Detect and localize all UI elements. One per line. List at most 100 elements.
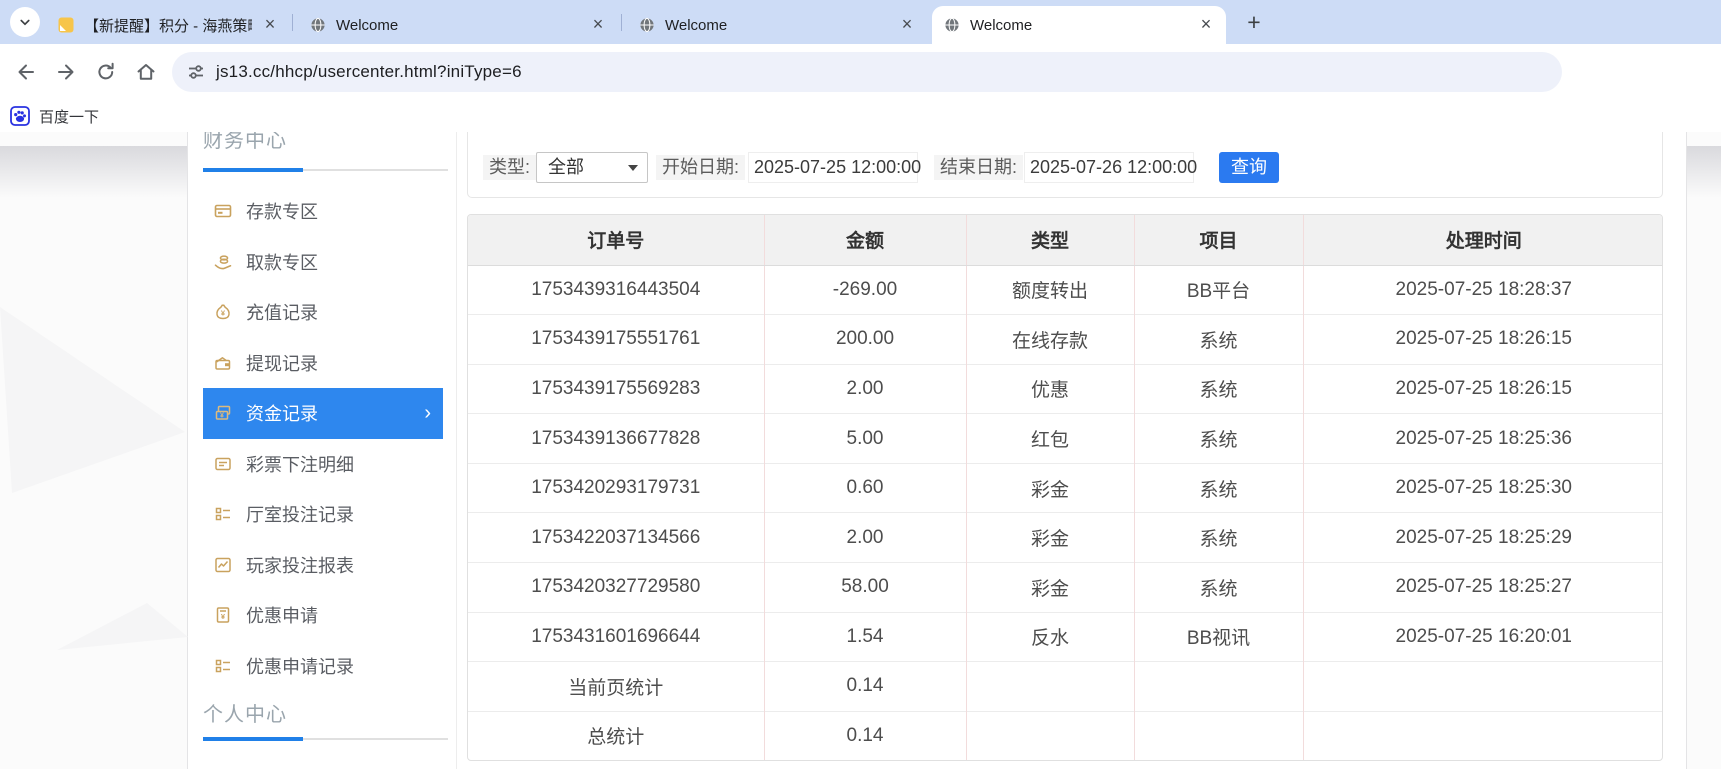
page-content: 财务中心 存款专区 取款专区 ¥ 充值记录 提现记录 ¥ 资金记录 › 彩票下注… (0, 132, 1721, 769)
cell-project: 系统 (1133, 314, 1303, 365)
forward-icon[interactable] (54, 60, 78, 84)
start-date-input[interactable]: 2025-07-25 12:00:00 (748, 152, 921, 183)
cell-type: 优惠 (965, 363, 1134, 414)
tab-search-button[interactable] (10, 7, 40, 37)
tab-title: Welcome (665, 16, 728, 34)
section-title-personal: 个人中心 (203, 704, 287, 726)
list-detail-icon (215, 659, 230, 672)
close-icon[interactable]: × (897, 15, 917, 35)
table-row: 1753439175569283 2.00 优惠 系统 2025-07-25 1… (468, 363, 1662, 414)
funds-records-table: 订单号 金额 类型 项目 处理时间 1753439316443504 -269.… (467, 214, 1663, 761)
tab-welcome-2[interactable]: Welcome × (627, 6, 927, 44)
cell-process-time: 2025-07-25 18:25:30 (1302, 462, 1662, 513)
wallet-icon (215, 356, 231, 370)
table-row-page-total: 当前页统计 0.14 (468, 661, 1662, 712)
new-tab-button[interactable]: + (1240, 9, 1268, 37)
cell-type: 在线存款 (965, 314, 1134, 365)
cell-type: 彩金 (965, 462, 1134, 513)
cell-amount: -269.00 (763, 264, 966, 315)
cell-order-no: 当前页统计 (468, 661, 764, 712)
tab-strip: 【新提醒】积分 - 海燕策略论坛 × Welcome × Welcome (0, 0, 1721, 44)
sidebar-item-withdraw-records[interactable]: 提现记录 (203, 338, 443, 389)
filter-bar: 类型: 全部 开始日期: 2025-07-25 12:00:00 结束日期: 2… (467, 132, 1663, 198)
page-left-margin (0, 132, 188, 769)
funds-icon: ¥ (215, 406, 231, 420)
sidebar-item-withdraw[interactable]: 取款专区 (203, 237, 443, 288)
table-row: 1753420327729580 58.00 彩金 系统 2025-07-25 … (468, 561, 1662, 613)
type-label: 类型: (483, 155, 537, 180)
tab-separator (292, 14, 293, 31)
tab-welcome-1[interactable]: Welcome × (298, 6, 618, 44)
page-right-margin (1686, 132, 1721, 769)
chevron-down-icon (628, 165, 638, 171)
section-underline (303, 169, 448, 171)
section-underline (203, 168, 303, 172)
forum-favicon-icon (58, 17, 74, 33)
globe-icon (640, 17, 654, 33)
table-header-row: 订单号 金额 类型 项目 处理时间 (468, 215, 1662, 266)
sidebar-item-promo-apply-records[interactable]: 优惠申请记录 (203, 641, 443, 692)
bookmark-baidu[interactable]: 百度一下 (10, 100, 99, 132)
cell-process-time: 2025-07-25 18:25:36 (1302, 413, 1662, 464)
cell-project: BB平台 (1133, 264, 1303, 315)
sidebar-item-lottery-bets[interactable]: 彩票下注明细 (203, 439, 443, 490)
sidebar-item-hall-bet-records[interactable]: 厅室投注记录 (203, 489, 443, 540)
sidebar-item-label: 玩家投注报表 (246, 555, 354, 576)
list-detail-icon (215, 508, 230, 521)
cell-process-time: 2025-07-25 18:26:15 (1302, 363, 1662, 414)
type-select[interactable]: 全部 (536, 152, 648, 183)
end-date-input[interactable]: 2025-07-26 12:00:00 (1024, 152, 1197, 183)
baidu-paw-icon (10, 106, 30, 126)
back-icon[interactable] (14, 60, 38, 84)
section-underline (303, 738, 448, 740)
tab-welcome-active[interactable]: Welcome × (932, 6, 1226, 44)
sidebar-item-player-bet-report[interactable]: 玩家投注报表 (203, 540, 443, 591)
sidebar-item-label: 优惠申请 (246, 606, 318, 627)
close-icon[interactable]: × (1196, 15, 1216, 35)
sidebar-item-recharge-records[interactable]: ¥ 充值记录 (203, 287, 443, 338)
cell-order-no: 1753439316443504 (468, 264, 764, 315)
site-settings-icon[interactable] (186, 62, 206, 82)
cell-order-no: 1753420327729580 (468, 561, 764, 613)
cell-type: 红包 (965, 413, 1134, 464)
table-row: 1753431601696644 1.54 反水 BB视讯 2025-07-25… (468, 611, 1662, 662)
cell-amount: 200.00 (763, 314, 966, 365)
cell-order-no: 1753431601696644 (468, 611, 764, 662)
table-row: 1753420293179731 0.60 彩金 系统 2025-07-25 1… (468, 462, 1662, 513)
section-title-finance: 财务中心 (203, 132, 287, 152)
table-row: 1753422037134566 2.00 彩金 系统 2025-07-25 1… (468, 512, 1662, 563)
table-row: 1753439136677828 5.00 红包 系统 2025-07-25 1… (468, 413, 1662, 464)
cell-type: 反水 (965, 611, 1134, 662)
home-icon[interactable] (134, 60, 158, 84)
sidebar-item-deposit[interactable]: 存款专区 (203, 186, 443, 237)
cell-project: 系统 (1133, 512, 1303, 563)
chevron-right-icon: › (424, 402, 431, 425)
sidebar-menu: 存款专区 取款专区 ¥ 充值记录 提现记录 ¥ 资金记录 › 彩票下注明细 厅室… (203, 186, 456, 691)
cell-order-no: 总统计 (468, 710, 764, 760)
sidebar-item-promo-apply[interactable]: ¥ 优惠申请 (203, 590, 443, 641)
cell-process-time (1302, 710, 1662, 760)
column-header-process-time: 处理时间 (1302, 215, 1662, 266)
cell-amount: 58.00 (763, 561, 966, 613)
sidebar-item-label: 彩票下注明细 (246, 454, 354, 475)
cell-order-no: 1753420293179731 (468, 462, 764, 513)
ticket-icon: ¥ (216, 607, 230, 623)
cell-amount: 5.00 (763, 413, 966, 464)
column-header-project: 项目 (1133, 215, 1303, 266)
reload-icon[interactable] (94, 60, 118, 84)
sidebar-item-funds-records[interactable]: ¥ 资金记录 › (203, 388, 443, 439)
query-button[interactable]: 查询 (1219, 152, 1279, 183)
cell-process-time: 2025-07-25 18:25:27 (1302, 561, 1662, 613)
tab-forum[interactable]: 【新提醒】积分 - 海燕策略论坛 × (46, 6, 290, 44)
cell-project: BB视讯 (1133, 611, 1303, 662)
cell-type (965, 661, 1134, 712)
address-bar[interactable]: js13.cc/hhcp/usercenter.html?iniType=6 (172, 52, 1562, 92)
close-icon[interactable]: × (588, 15, 608, 35)
svg-text:¥: ¥ (221, 612, 226, 621)
cell-project: 系统 (1133, 561, 1303, 613)
close-icon[interactable]: × (260, 15, 280, 35)
start-date-label: 开始日期: (656, 155, 746, 180)
cell-project: 系统 (1133, 363, 1303, 414)
bookmark-label: 百度一下 (39, 108, 100, 126)
sidebar-item-label: 厅室投注记录 (246, 505, 354, 526)
